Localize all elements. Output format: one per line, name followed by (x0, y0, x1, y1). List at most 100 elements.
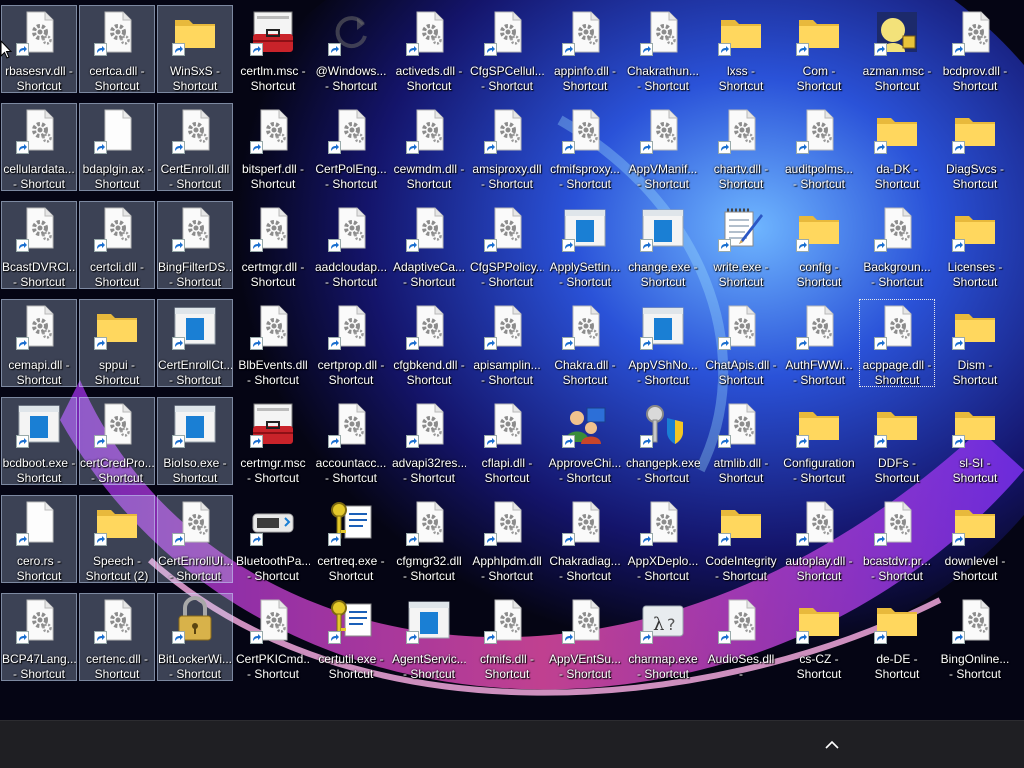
desktop-shortcut[interactable]: appinfo.dll - Shortcut (547, 5, 623, 93)
desktop-shortcut[interactable]: BioIso.exe - Shortcut (157, 397, 233, 485)
desktop-shortcut[interactable]: BCP47Lang... - Shortcut (1, 593, 77, 681)
desktop-shortcut[interactable]: BingOnline... - Shortcut (937, 593, 1013, 681)
desktop-shortcut[interactable]: certreq.exe - Shortcut (313, 495, 389, 583)
desktop-shortcut[interactable]: amsiproxy.dll - Shortcut (469, 103, 545, 191)
desktop-shortcut[interactable]: cero.rs - Shortcut (1, 495, 77, 583)
desktop-shortcut[interactable]: DDFs - Shortcut (859, 397, 935, 485)
desktop-shortcut[interactable]: Configuration - Shortcut (781, 397, 857, 485)
desktop-shortcut[interactable]: aadcloudap... - Shortcut (313, 201, 389, 289)
desktop-shortcut[interactable]: CertEnrollUI... - Shortcut (157, 495, 233, 583)
desktop-shortcut[interactable]: activeds.dll - Shortcut (391, 5, 467, 93)
desktop-shortcut[interactable]: de-DE - Shortcut (859, 593, 935, 681)
desktop-shortcut[interactable]: accountacc... - Shortcut (313, 397, 389, 485)
desktop-shortcut[interactable]: config - Shortcut (781, 201, 857, 289)
desktop-shortcut[interactable]: Chakradiag... - Shortcut (547, 495, 623, 583)
desktop-shortcut[interactable]: ApproveChi... - Shortcut (547, 397, 623, 485)
desktop-shortcut[interactable]: Chakra.dll - Shortcut (547, 299, 623, 387)
shortcut-label: cflapi.dll - Shortcut (481, 456, 533, 485)
desktop-shortcut[interactable]: BlbEvents.dll - Shortcut (235, 299, 311, 387)
desktop-shortcut[interactable]: cellulardata... - Shortcut (1, 103, 77, 191)
shortcut-arrow-icon (172, 239, 185, 252)
desktop-shortcut[interactable]: @Windows... - Shortcut (313, 5, 389, 93)
desktop-shortcut[interactable]: azman.msc - Shortcut (859, 5, 935, 93)
desktop-shortcut[interactable]: certmgr.msc - Shortcut (235, 397, 311, 485)
desktop-shortcut[interactable]: bcdprov.dll - Shortcut (937, 5, 1013, 93)
desktop-shortcut[interactable]: cemapi.dll - Shortcut (1, 299, 77, 387)
desktop-shortcut[interactable]: certca.dll - Shortcut (79, 5, 155, 93)
chevron-up-icon[interactable] (820, 733, 844, 757)
desktop-shortcut[interactable]: write.exe - Shortcut (703, 201, 779, 289)
desktop-shortcut[interactable]: AuthFWWi... - Shortcut (781, 299, 857, 387)
desktop-shortcut[interactable]: Dism - Shortcut (937, 299, 1013, 387)
desktop-shortcut[interactable]: bcastdvr.pr... - Shortcut (859, 495, 935, 583)
desktop-shortcut[interactable]: CfgSPPolicy... - Shortcut (469, 201, 545, 289)
desktop-shortcut[interactable]: λ? charmap.exe - Shortcut (625, 593, 701, 681)
desktop-shortcut[interactable]: ApplySettin... - Shortcut (547, 201, 623, 289)
folder-icon (171, 8, 219, 56)
desktop-shortcut[interactable]: cs-CZ - Shortcut (781, 593, 857, 681)
desktop-shortcut[interactable]: downlevel - Shortcut (937, 495, 1013, 583)
desktop-shortcut[interactable]: DiagSvcs - Shortcut (937, 103, 1013, 191)
desktop-shortcut[interactable]: changepk.exe - Shortcut (625, 397, 701, 485)
desktop-shortcut[interactable]: Licenses - Shortcut (937, 201, 1013, 289)
gear-dll-icon (639, 498, 687, 546)
shortcut-arrow-icon (484, 239, 497, 252)
desktop-shortcut[interactable]: CertEnroll.dll - Shortcut (157, 103, 233, 191)
desktop-shortcut[interactable]: sl-SI - Shortcut (937, 397, 1013, 485)
desktop-shortcut[interactable]: apisamplin... - Shortcut (469, 299, 545, 387)
desktop-shortcut[interactable]: CodeIntegrity - Shortcut (703, 495, 779, 583)
desktop-shortcut[interactable]: cflapi.dll - Shortcut (469, 397, 545, 485)
desktop-shortcut[interactable]: da-DK - Shortcut (859, 103, 935, 191)
desktop-shortcut[interactable]: certcli.dll - Shortcut (79, 201, 155, 289)
desktop-shortcut[interactable]: change.exe - Shortcut (625, 201, 701, 289)
desktop-shortcut[interactable]: lxss - Shortcut (703, 5, 779, 93)
desktop-shortcut[interactable]: autoplay.dll - Shortcut (781, 495, 857, 583)
desktop-shortcut[interactable]: Com - Shortcut (781, 5, 857, 93)
desktop-shortcut[interactable]: AudioSes.dll - Shortcut (703, 593, 779, 681)
desktop-shortcut[interactable]: Chakrathun... - Shortcut (625, 5, 701, 93)
desktop-shortcut[interactable]: AppVManif... - Shortcut (625, 103, 701, 191)
desktop-shortcut[interactable]: bitsperf.dll - Shortcut (235, 103, 311, 191)
desktop-shortcut[interactable]: certCredPro... - Shortcut (79, 397, 155, 485)
gear-dll-icon (249, 596, 297, 644)
toolbox-icon (249, 400, 297, 448)
desktop-shortcut[interactable]: bcdboot.exe - Shortcut (1, 397, 77, 485)
desktop-shortcut[interactable]: bdaplgin.ax - Shortcut (79, 103, 155, 191)
desktop-shortcut[interactable]: CertPolEng... - Shortcut (313, 103, 389, 191)
desktop-shortcut[interactable]: certprop.dll - Shortcut (313, 299, 389, 387)
desktop-shortcut[interactable]: BcastDVRCl... - Shortcut (1, 201, 77, 289)
desktop-shortcut[interactable]: CertEnrollCt... - Shortcut (157, 299, 233, 387)
desktop-shortcut[interactable]: CertPKICmd... - Shortcut (235, 593, 311, 681)
desktop-shortcut[interactable]: certlm.msc - Shortcut (235, 5, 311, 93)
desktop-shortcut[interactable]: BingFilterDS... - Shortcut (157, 201, 233, 289)
desktop-shortcut[interactable]: AgentServic... - Shortcut (391, 593, 467, 681)
desktop-shortcut[interactable]: BluetoothPa... - Shortcut (235, 495, 311, 583)
desktop-shortcut[interactable]: cewmdm.dll - Shortcut (391, 103, 467, 191)
desktop-shortcut[interactable]: certenc.dll - Shortcut (79, 593, 155, 681)
desktop-shortcut[interactable]: acppage.dll - Shortcut (859, 299, 935, 387)
desktop-shortcut[interactable]: chartv.dll - Shortcut (703, 103, 779, 191)
desktop-shortcut[interactable]: Speech - Shortcut (2) (79, 495, 155, 583)
desktop-shortcut[interactable]: certutil.exe - Shortcut (313, 593, 389, 681)
desktop-shortcut[interactable]: Backgroun... - Shortcut (859, 201, 935, 289)
gear-dll-icon (405, 302, 453, 350)
desktop-shortcut[interactable]: AppXDeplo... - Shortcut (625, 495, 701, 583)
desktop-shortcut[interactable]: advapi32res... - Shortcut (391, 397, 467, 485)
desktop-shortcut[interactable]: sppui - Shortcut (79, 299, 155, 387)
desktop-shortcut[interactable]: certmgr.dll - Shortcut (235, 201, 311, 289)
desktop-shortcut[interactable]: Apphlpdm.dll - Shortcut (469, 495, 545, 583)
shortcut-arrow-icon (562, 533, 575, 546)
desktop-shortcut[interactable]: atmlib.dll - Shortcut (703, 397, 779, 485)
desktop-shortcut[interactable]: cfgmgr32.dll - Shortcut (391, 495, 467, 583)
desktop-shortcut[interactable]: ChatApis.dll - Shortcut (703, 299, 779, 387)
desktop-shortcut[interactable]: BitLockerWi... - Shortcut (157, 593, 233, 681)
desktop-shortcut[interactable]: CfgSPCellul... - Shortcut (469, 5, 545, 93)
desktop-shortcut[interactable]: AppVEntSu... - Shortcut (547, 593, 623, 681)
desktop-shortcut[interactable]: auditpolms... - Shortcut (781, 103, 857, 191)
desktop-shortcut[interactable]: cfgbkend.dll - Shortcut (391, 299, 467, 387)
desktop-shortcut[interactable]: AppVShNo... - Shortcut (625, 299, 701, 387)
desktop-shortcut[interactable]: AdaptiveCa... - Shortcut (391, 201, 467, 289)
desktop-shortcut[interactable]: cfmifsproxy... - Shortcut (547, 103, 623, 191)
desktop-shortcut[interactable]: cfmifs.dll - Shortcut (469, 593, 545, 681)
desktop-shortcut[interactable]: WinSxS - Shortcut (157, 5, 233, 93)
